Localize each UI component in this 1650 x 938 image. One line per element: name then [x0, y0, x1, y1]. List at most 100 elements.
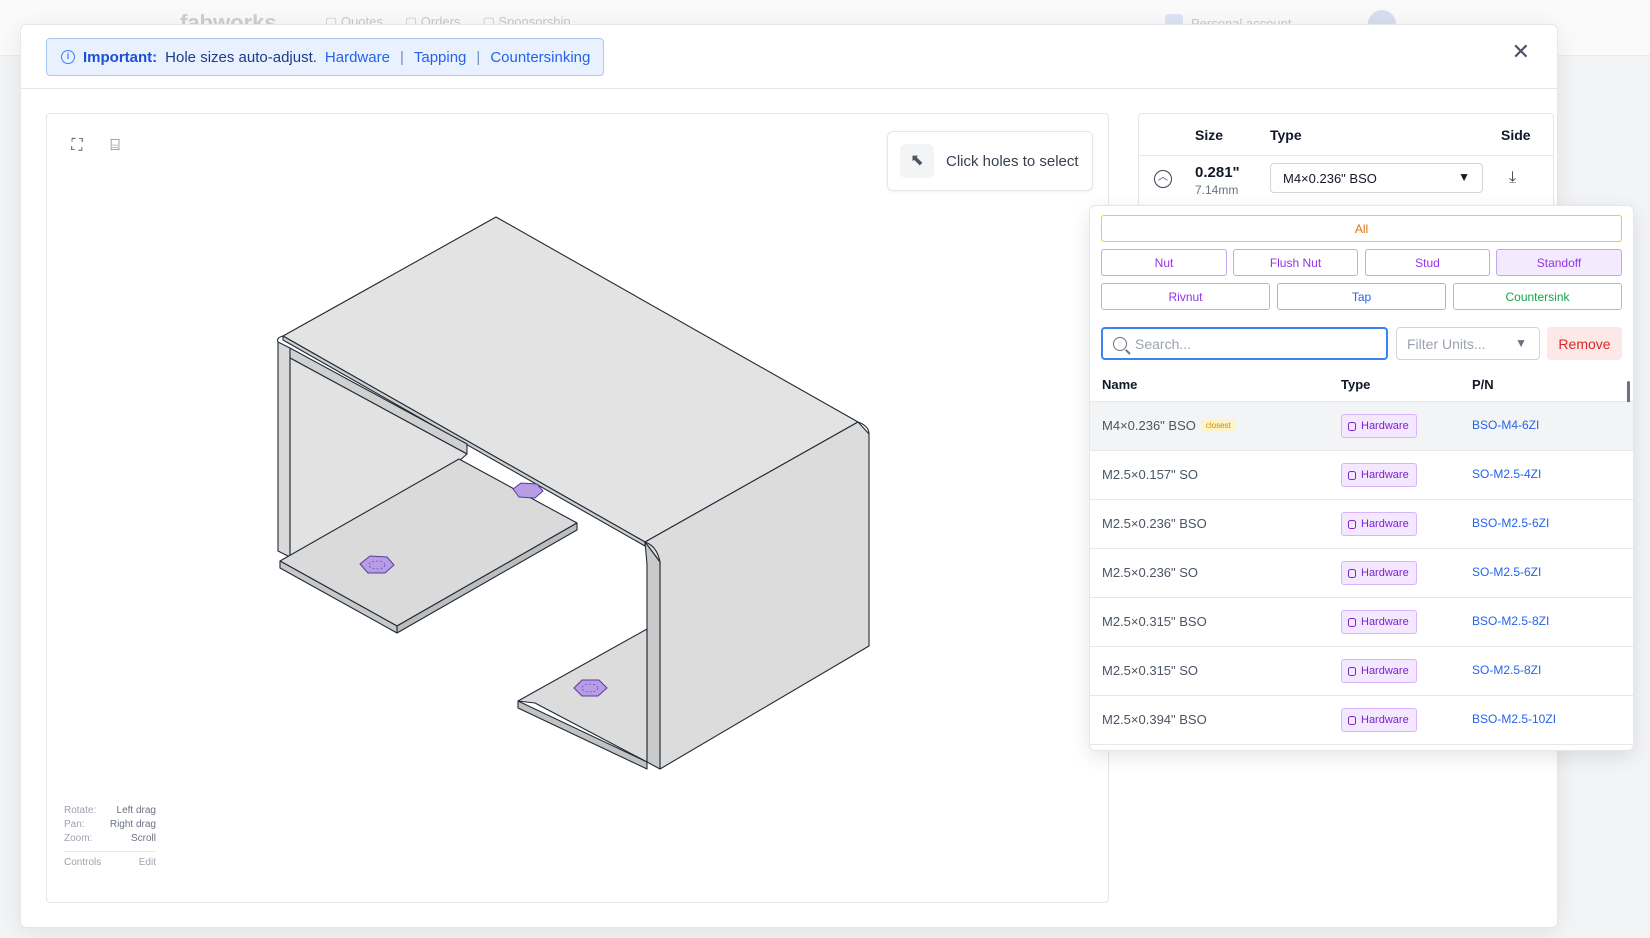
- model-viewer[interactable]: ⛶ ⌸ ⬉ Click holes to select Rotate: Left…: [46, 113, 1109, 903]
- hole-row: ︿ 0.281" 7.14mm M4×0.236" BSO ▼ ⤓: [1139, 156, 1553, 208]
- col-size: Size: [1195, 126, 1224, 143]
- control-label: Zoom:: [64, 833, 93, 844]
- notice-strong: Important:: [83, 48, 158, 66]
- control-label: Pan:: [64, 819, 85, 830]
- hole-type-select[interactable]: M4×0.236" BSO ▼: [1270, 163, 1483, 193]
- type-label: Hardware: [1361, 420, 1409, 432]
- row-pn[interactable]: SO-M2.5-8ZI: [1472, 663, 1541, 677]
- control-value: Scroll: [130, 833, 156, 844]
- chevron-up-icon[interactable]: ︿: [1154, 170, 1172, 188]
- hole-size-mm: 7.14mm: [1195, 183, 1239, 197]
- col-pn: P/N: [1472, 377, 1494, 392]
- row-pn[interactable]: BSO-M2.5-8ZI: [1472, 614, 1549, 628]
- control-value: Left drag: [116, 805, 156, 816]
- viewer-controls-legend: Rotate: Left drag Pan: Right drag Zoom: Scr…: [64, 804, 156, 868]
- hardware-table-body: M4×0.236" BSO closest Hardware BSO-M4-6ZI…: [1090, 402, 1633, 745]
- holes-table: Size Type Side ︿ 0.281" 7.14mm M4×0.236"…: [1138, 113, 1554, 209]
- database-icon: [1348, 617, 1356, 627]
- hardware-table-header: Name Type P/N: [1090, 368, 1633, 402]
- type-label: Hardware: [1361, 518, 1409, 530]
- col-side: Side: [1501, 126, 1531, 143]
- closest-badge: closest: [1201, 420, 1235, 431]
- notice-separator: |: [476, 48, 481, 66]
- hole-size: 0.281": [1195, 164, 1240, 181]
- row-pn[interactable]: SO-M2.5-6ZI: [1472, 565, 1541, 579]
- row-name: M2.5×0.236" SO: [1102, 565, 1199, 580]
- filter-units-placeholder: Filter Units...: [1407, 335, 1486, 352]
- database-icon: [1348, 715, 1356, 725]
- close-icon[interactable]: ✕: [1512, 41, 1530, 63]
- chevron-down-icon: ▼: [1515, 336, 1527, 350]
- notice-separator: |: [399, 48, 404, 66]
- col-type: Type: [1341, 377, 1371, 392]
- type-badge: Hardware: [1341, 561, 1417, 585]
- controls-edit-link[interactable]: Edit: [139, 857, 156, 868]
- control-value: Right drag: [109, 819, 156, 830]
- holes-table-header: Size Type Side: [1139, 114, 1553, 156]
- hole-type-value: M4×0.236" BSO: [1283, 170, 1377, 186]
- row-name: M2.5×0.157" SO: [1102, 467, 1199, 482]
- hole-marker: [512, 482, 544, 499]
- type-badge: Hardware: [1341, 708, 1417, 732]
- row-name: M2.5×0.315" BSO: [1102, 614, 1207, 629]
- database-icon: [1348, 421, 1356, 431]
- filter-nut[interactable]: Nut: [1101, 249, 1227, 276]
- link-hardware[interactable]: Hardware: [325, 49, 390, 66]
- controls-title: Controls: [64, 857, 102, 868]
- hardware-dropdown: All Nut Flush Nut Stud Standoff Rivnut T…: [1089, 205, 1634, 751]
- notice-text: Hole sizes auto-adjust.: [165, 48, 317, 66]
- link-countersinking[interactable]: Countersinking: [490, 49, 590, 66]
- row-name: M2.5×0.236" BSO: [1102, 516, 1207, 531]
- table-row[interactable]: M4×0.236" BSO closest Hardware BSO-M4-6ZI: [1090, 402, 1633, 451]
- col-type: Type: [1270, 126, 1302, 143]
- type-label: Hardware: [1361, 714, 1409, 726]
- row-pn[interactable]: BSO-M2.5-10ZI: [1472, 712, 1556, 726]
- table-row[interactable]: M2.5×0.394" BSO Hardware BSO-M2.5-10ZI: [1090, 696, 1633, 745]
- filter-all[interactable]: All: [1101, 215, 1622, 242]
- col-name: Name: [1102, 377, 1138, 392]
- database-icon: [1348, 470, 1356, 480]
- database-icon: [1348, 519, 1356, 529]
- row-name: M2.5×0.315" SO: [1102, 663, 1199, 678]
- search-icon: [1113, 336, 1127, 351]
- table-row[interactable]: M2.5×0.315" BSO Hardware BSO-M2.5-8ZI: [1090, 598, 1633, 647]
- type-badge: Hardware: [1341, 659, 1417, 683]
- type-label: Hardware: [1361, 616, 1409, 628]
- row-name: M4×0.236" BSO: [1102, 418, 1196, 433]
- link-tapping[interactable]: Tapping: [414, 49, 467, 66]
- table-row[interactable]: M2.5×0.315" SO Hardware SO-M2.5-8ZI: [1090, 647, 1633, 696]
- filter-flush-nut[interactable]: Flush Nut: [1233, 249, 1358, 276]
- row-pn[interactable]: BSO-M2.5-6ZI: [1472, 516, 1549, 530]
- filter-countersink[interactable]: Countersink: [1453, 283, 1622, 310]
- row-pn[interactable]: SO-M2.5-4ZI: [1472, 467, 1541, 481]
- type-label: Hardware: [1361, 665, 1409, 677]
- modal-header: i Important: Hole sizes auto-adjust. Har…: [21, 25, 1557, 89]
- search-input[interactable]: [1135, 335, 1365, 352]
- type-label: Hardware: [1361, 567, 1409, 579]
- important-notice: i Important: Hole sizes auto-adjust. Har…: [46, 38, 605, 76]
- chevron-down-icon: ▼: [1458, 170, 1470, 184]
- remove-button[interactable]: Remove: [1547, 327, 1622, 360]
- row-name: M2.5×0.394" BSO: [1102, 712, 1207, 727]
- table-row[interactable]: M2.5×0.236" BSO Hardware BSO-M2.5-6ZI: [1090, 500, 1633, 549]
- type-badge: Hardware: [1341, 512, 1417, 536]
- filter-stud[interactable]: Stud: [1365, 249, 1490, 276]
- database-icon: [1348, 568, 1356, 578]
- type-badge: Hardware: [1341, 463, 1417, 487]
- filter-units-select[interactable]: Filter Units... ▼: [1396, 327, 1540, 360]
- type-badge: Hardware: [1341, 414, 1417, 438]
- control-label: Rotate:: [64, 805, 97, 816]
- sheet-metal-model[interactable]: [47, 114, 1109, 903]
- row-pn[interactable]: BSO-M4-6ZI: [1472, 418, 1539, 432]
- type-badge: Hardware: [1341, 610, 1417, 634]
- table-row[interactable]: M2.5×0.157" SO Hardware SO-M2.5-4ZI: [1090, 451, 1633, 500]
- search-box[interactable]: [1101, 327, 1388, 360]
- info-icon: i: [61, 50, 75, 64]
- table-row[interactable]: M2.5×0.236" SO Hardware SO-M2.5-6ZI: [1090, 549, 1633, 598]
- database-icon: [1348, 666, 1356, 676]
- type-label: Hardware: [1361, 469, 1409, 481]
- filter-tap[interactable]: Tap: [1277, 283, 1446, 310]
- download-side-icon[interactable]: ⤓: [1509, 169, 1516, 187]
- filter-standoff[interactable]: Standoff: [1496, 249, 1622, 276]
- filter-rivnut[interactable]: Rivnut: [1101, 283, 1270, 310]
